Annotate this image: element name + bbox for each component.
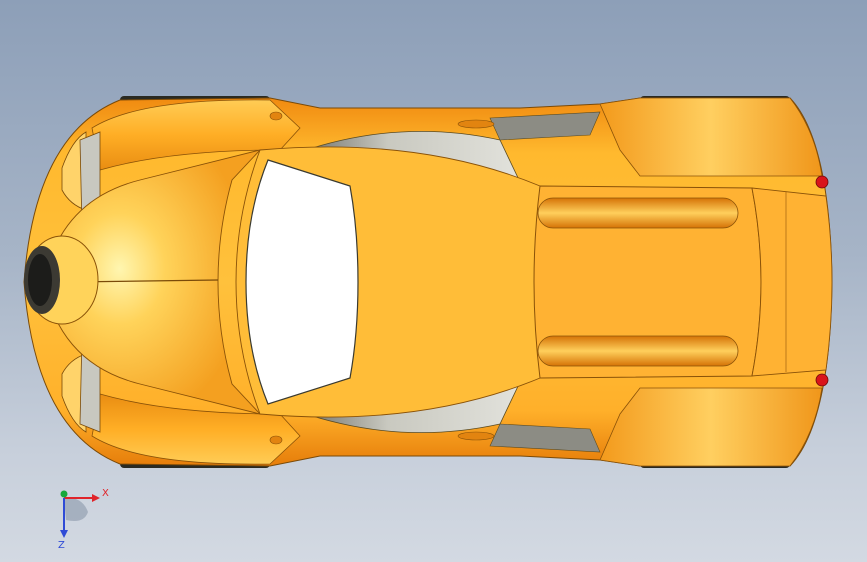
rear-tube-bottom [537, 335, 739, 367]
front-intake [24, 235, 99, 325]
rear-tube-top [537, 197, 739, 229]
3d-viewport[interactable]: X Z [0, 0, 867, 562]
taillight-top [815, 175, 829, 189]
z-axis-label: Z [58, 540, 65, 550]
taillight-bottom [815, 373, 829, 387]
x-axis-label: X [102, 488, 109, 499]
y-axis [60, 490, 68, 498]
windshield [245, 159, 359, 405]
rear-end [751, 187, 833, 377]
coordinate-triad: X Z [58, 488, 109, 550]
car-model[interactable] [0, 0, 867, 562]
rear-fender-bottom [599, 387, 823, 467]
rear-fender-top [599, 97, 823, 177]
